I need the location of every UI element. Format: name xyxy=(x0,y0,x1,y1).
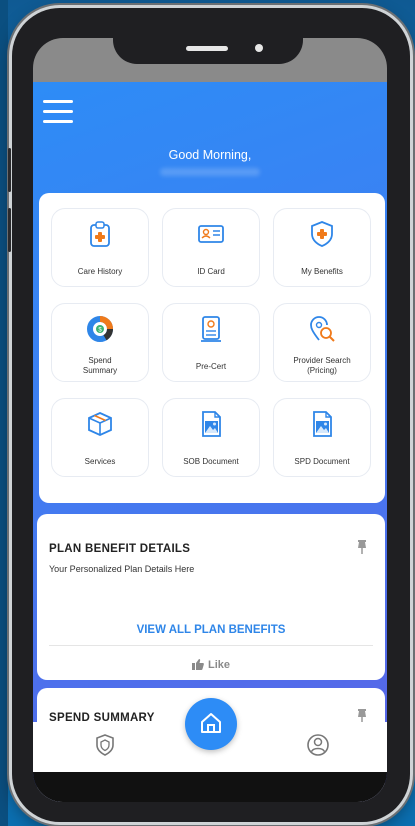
tile-label: SOB Document xyxy=(183,457,239,466)
phone-screen: Good Morning, Care History ID Card My Be… xyxy=(33,38,387,802)
tile-spend-summary[interactable]: $ Spend Summary xyxy=(51,303,149,382)
tile-services[interactable]: Services xyxy=(51,398,149,477)
shield-icon[interactable] xyxy=(95,734,115,756)
hamburger-menu-icon[interactable] xyxy=(43,100,73,123)
id-card-icon xyxy=(198,225,224,243)
tile-pre-cert[interactable]: Pre-Cert xyxy=(162,303,260,382)
app-screen: Good Morning, Care History ID Card My Be… xyxy=(33,82,387,802)
tile-label: Provider Search (Pricing) xyxy=(293,356,351,375)
tile-spd-document[interactable]: SPD Document xyxy=(273,398,371,477)
notch xyxy=(113,38,303,64)
shield-plus-icon xyxy=(311,221,333,247)
greeting-text: Good Morning, xyxy=(168,148,252,162)
view-all-plan-benefits-link[interactable]: VIEW ALL PLAN BENEFITS xyxy=(37,624,385,636)
speaker xyxy=(186,46,228,51)
tile-label: Pre-Cert xyxy=(195,362,227,371)
image-document-icon xyxy=(313,411,332,437)
clipboard-plus-icon xyxy=(90,221,110,247)
tile-care-history[interactable]: Care History xyxy=(51,208,149,287)
tile-label: ID Card xyxy=(197,267,225,276)
certificate-icon xyxy=(201,316,221,342)
user-icon[interactable] xyxy=(307,734,329,756)
image-document-icon xyxy=(202,411,221,437)
pin-icon[interactable] xyxy=(355,539,369,555)
tile-label: Services xyxy=(84,457,116,466)
plan-card-subtitle: Your Personalized Plan Details Here xyxy=(49,564,195,574)
backdrop-edge xyxy=(0,0,8,826)
box-icon xyxy=(88,412,112,436)
status-bar xyxy=(33,38,387,82)
plan-benefit-card: PLAN BENEFIT DETAILS Your Personalized P… xyxy=(37,514,385,680)
tile-label: My Benefits xyxy=(301,267,343,276)
home-icon xyxy=(201,713,221,733)
like-button[interactable]: Like xyxy=(37,659,385,671)
quick-links-card: Care History ID Card My Benefits $ Spend… xyxy=(39,193,385,503)
home-indicator-area xyxy=(33,772,387,802)
tile-label: Spend Summary xyxy=(82,356,118,375)
tile-sob-document[interactable]: SOB Document xyxy=(162,398,260,477)
tile-provider-search[interactable]: Provider Search (Pricing) xyxy=(273,303,371,382)
home-button[interactable] xyxy=(185,698,237,750)
tile-id-card[interactable]: ID Card xyxy=(162,208,260,287)
tile-my-benefits[interactable]: My Benefits xyxy=(273,208,371,287)
tile-label: Care History xyxy=(77,267,123,276)
tile-label: SPD Document xyxy=(294,457,350,466)
thumbs-up-icon xyxy=(191,659,204,670)
phone-side-button xyxy=(8,148,11,192)
divider xyxy=(49,645,373,646)
plan-card-title: PLAN BENEFIT DETAILS xyxy=(49,543,191,555)
camera xyxy=(255,44,263,52)
like-label: Like xyxy=(207,659,230,671)
phone-side-button xyxy=(8,208,11,252)
donut-chart-icon: $ xyxy=(87,316,114,342)
user-name-blurred xyxy=(160,168,260,176)
location-search-icon xyxy=(310,316,335,342)
